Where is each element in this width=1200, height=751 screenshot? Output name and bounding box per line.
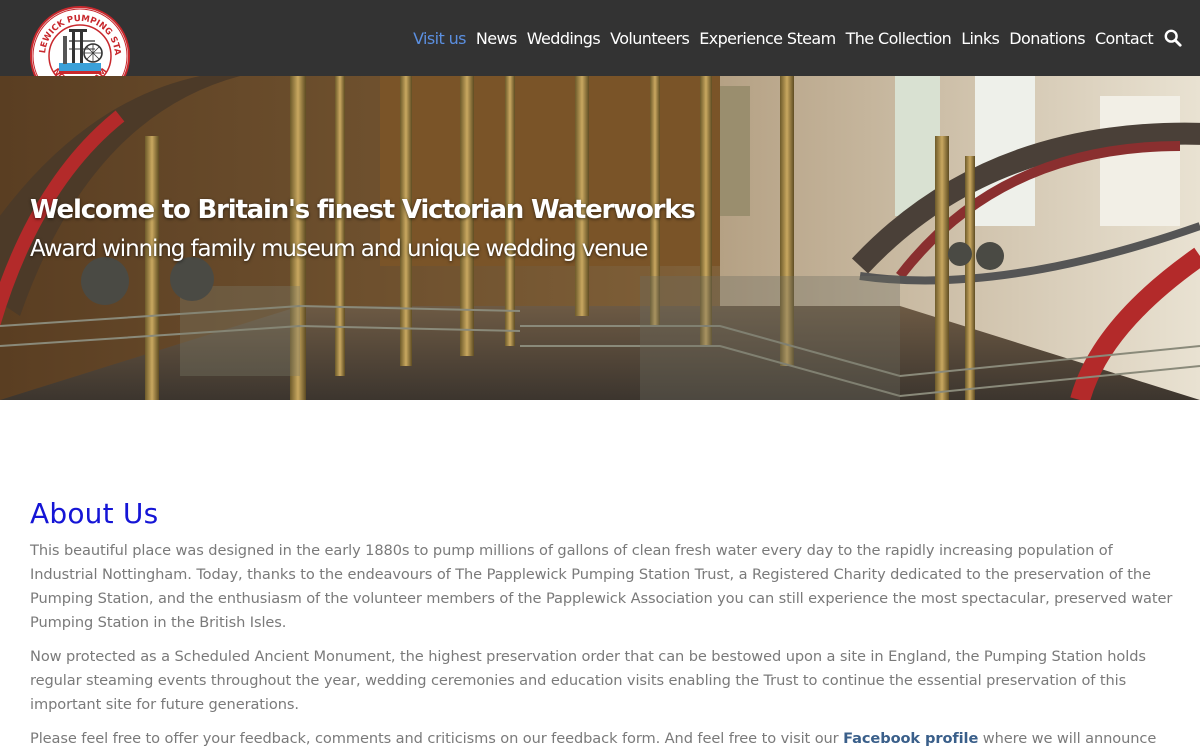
nav-donations[interactable]: Donations — [1009, 29, 1085, 48]
hero-banner: Welcome to Britain's finest Victorian Wa… — [0, 76, 1200, 400]
site-header: PAPPLEWICK PUMPING STATION NOTTINGHAM Vi… — [0, 0, 1200, 106]
nav-links[interactable]: Links — [961, 29, 1000, 48]
search-icon — [1164, 29, 1182, 47]
hero-title: Welcome to Britain's finest Victorian Wa… — [30, 195, 696, 225]
nav-the-collection[interactable]: The Collection — [846, 29, 952, 48]
nav-visit-us[interactable]: Visit us — [413, 29, 466, 48]
about-paragraph-3: Please feel free to offer your feedback,… — [30, 727, 1175, 751]
hero-subtitle: Award winning family museum and unique w… — [30, 236, 648, 262]
nav-news[interactable]: News — [476, 29, 517, 48]
about-paragraph-2: Now protected as a Scheduled Ancient Mon… — [30, 648, 1146, 713]
nav-contact[interactable]: Contact — [1095, 29, 1154, 48]
facebook-profile-link[interactable]: Facebook profile — [843, 730, 978, 747]
about-paragraph-3-before: Please feel free to offer your feedback,… — [30, 730, 844, 747]
about-paragraph-3-after: where we will announce — [978, 730, 1157, 747]
about-section: About Us This beautiful place was design… — [30, 494, 1175, 751]
nav-experience-steam[interactable]: Experience Steam — [699, 29, 836, 48]
about-paragraph-1: This beautiful place was designed in the… — [30, 542, 1173, 631]
about-heading: About Us — [30, 497, 159, 530]
nav-weddings[interactable]: Weddings — [527, 29, 601, 48]
nav-volunteers[interactable]: Volunteers — [610, 29, 690, 48]
main-nav: Visit us News Weddings Volunteers Experi… — [413, 0, 1182, 76]
search-button[interactable] — [1164, 28, 1182, 48]
